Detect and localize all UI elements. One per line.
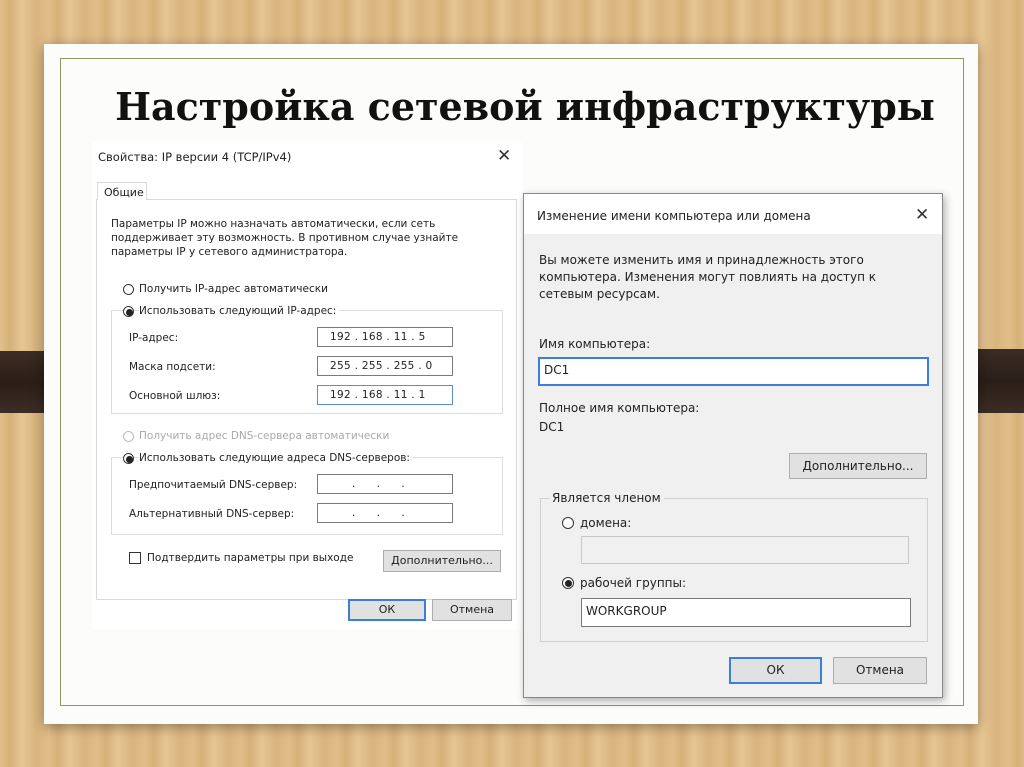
- ip-address-field[interactable]: 192 . 168 . 11 . 5: [317, 327, 453, 347]
- alternate-dns-label: Альтернативный DNS-сервер:: [129, 508, 295, 520]
- subnet-mask-field[interactable]: 255 . 255 . 255 . 0: [317, 356, 453, 376]
- rename-description-line-1: Вы можете изменить имя и принадлежность …: [539, 253, 864, 267]
- dialog-title: Свойства: IP версии 4 (TCP/IPv4): [98, 150, 292, 164]
- ip-description-line-1: Параметры IP можно назначать автоматичес…: [111, 218, 436, 230]
- manual-ip-radio[interactable]: [123, 306, 134, 317]
- ip-description-line-2: поддерживает эту возможность. В противно…: [111, 232, 459, 244]
- confirm-on-exit-checkbox[interactable]: [129, 552, 141, 564]
- advanced-button[interactable]: Дополнительно...: [383, 550, 501, 572]
- auto-ip-radio[interactable]: [123, 284, 134, 295]
- computer-name-field[interactable]: DC1: [538, 357, 929, 386]
- manual-ip-label[interactable]: Использовать следующий IP-адрес:: [139, 304, 340, 318]
- ipv4-properties-dialog: Свойства: IP версии 4 (TCP/IPv4) ✕ Общие…: [92, 142, 522, 630]
- dialog-title: Изменение имени компьютера или домена: [537, 209, 811, 223]
- rename-description-line-3: сетевым ресурсам.: [539, 287, 660, 301]
- full-name-value: DC1: [539, 420, 565, 434]
- preferred-dns-label: Предпочитаемый DNS-сервер:: [129, 479, 298, 491]
- rename-computer-dialog: Изменение имени компьютера или домена ✕ …: [523, 193, 943, 698]
- auto-ip-label[interactable]: Получить IP-адрес автоматически: [139, 282, 328, 296]
- confirm-on-exit-label[interactable]: Подтвердить параметры при выходе: [147, 551, 353, 565]
- ip-address-label: IP-адрес:: [129, 332, 179, 344]
- domain-field[interactable]: [581, 536, 909, 564]
- ok-button[interactable]: ОК: [348, 599, 426, 621]
- gateway-label: Основной шлюз:: [129, 390, 221, 402]
- domain-radio[interactable]: [562, 517, 574, 529]
- ok-button[interactable]: ОК: [729, 657, 822, 684]
- rename-description-line-2: компьютера. Изменения могут повлиять на …: [539, 270, 877, 284]
- advanced-button[interactable]: Дополнительно...: [789, 453, 927, 479]
- domain-radio-label[interactable]: домена:: [580, 515, 631, 531]
- cancel-button[interactable]: Отмена: [833, 657, 927, 684]
- gateway-field[interactable]: 192 . 168 . 11 . 1: [317, 385, 453, 405]
- tab-general[interactable]: Общие: [97, 182, 147, 200]
- preferred-dns-field[interactable]: . . .: [317, 474, 453, 494]
- auto-dns-label[interactable]: Получить адрес DNS-сервера автоматически: [139, 429, 389, 443]
- cancel-button[interactable]: Отмена: [432, 599, 512, 621]
- computer-name-label: Имя компьютера:: [539, 337, 651, 351]
- workgroup-radio-label[interactable]: рабочей группы:: [580, 575, 686, 591]
- full-name-label: Полное имя компьютера:: [539, 401, 700, 415]
- auto-dns-radio[interactable]: [123, 431, 134, 442]
- close-icon[interactable]: ✕: [915, 207, 929, 224]
- workgroup-radio[interactable]: [562, 577, 574, 589]
- member-of-label: Является членом: [549, 490, 664, 506]
- slide-title: Настройка сетевой инфраструктуры: [115, 84, 935, 129]
- workgroup-field[interactable]: WORKGROUP: [581, 598, 911, 627]
- general-panel: Параметры IP можно назначать автоматичес…: [96, 200, 517, 600]
- manual-dns-radio[interactable]: [123, 453, 134, 464]
- close-icon[interactable]: ✕: [497, 148, 511, 165]
- manual-dns-label[interactable]: Использовать следующие адреса DNS-сервер…: [139, 451, 413, 465]
- subnet-mask-label: Маска подсети:: [129, 361, 216, 373]
- ip-description-line-3: параметры IP у сетевого администратора.: [111, 246, 348, 258]
- alternate-dns-field[interactable]: . . .: [317, 503, 453, 523]
- manual-dns-group: [111, 457, 503, 535]
